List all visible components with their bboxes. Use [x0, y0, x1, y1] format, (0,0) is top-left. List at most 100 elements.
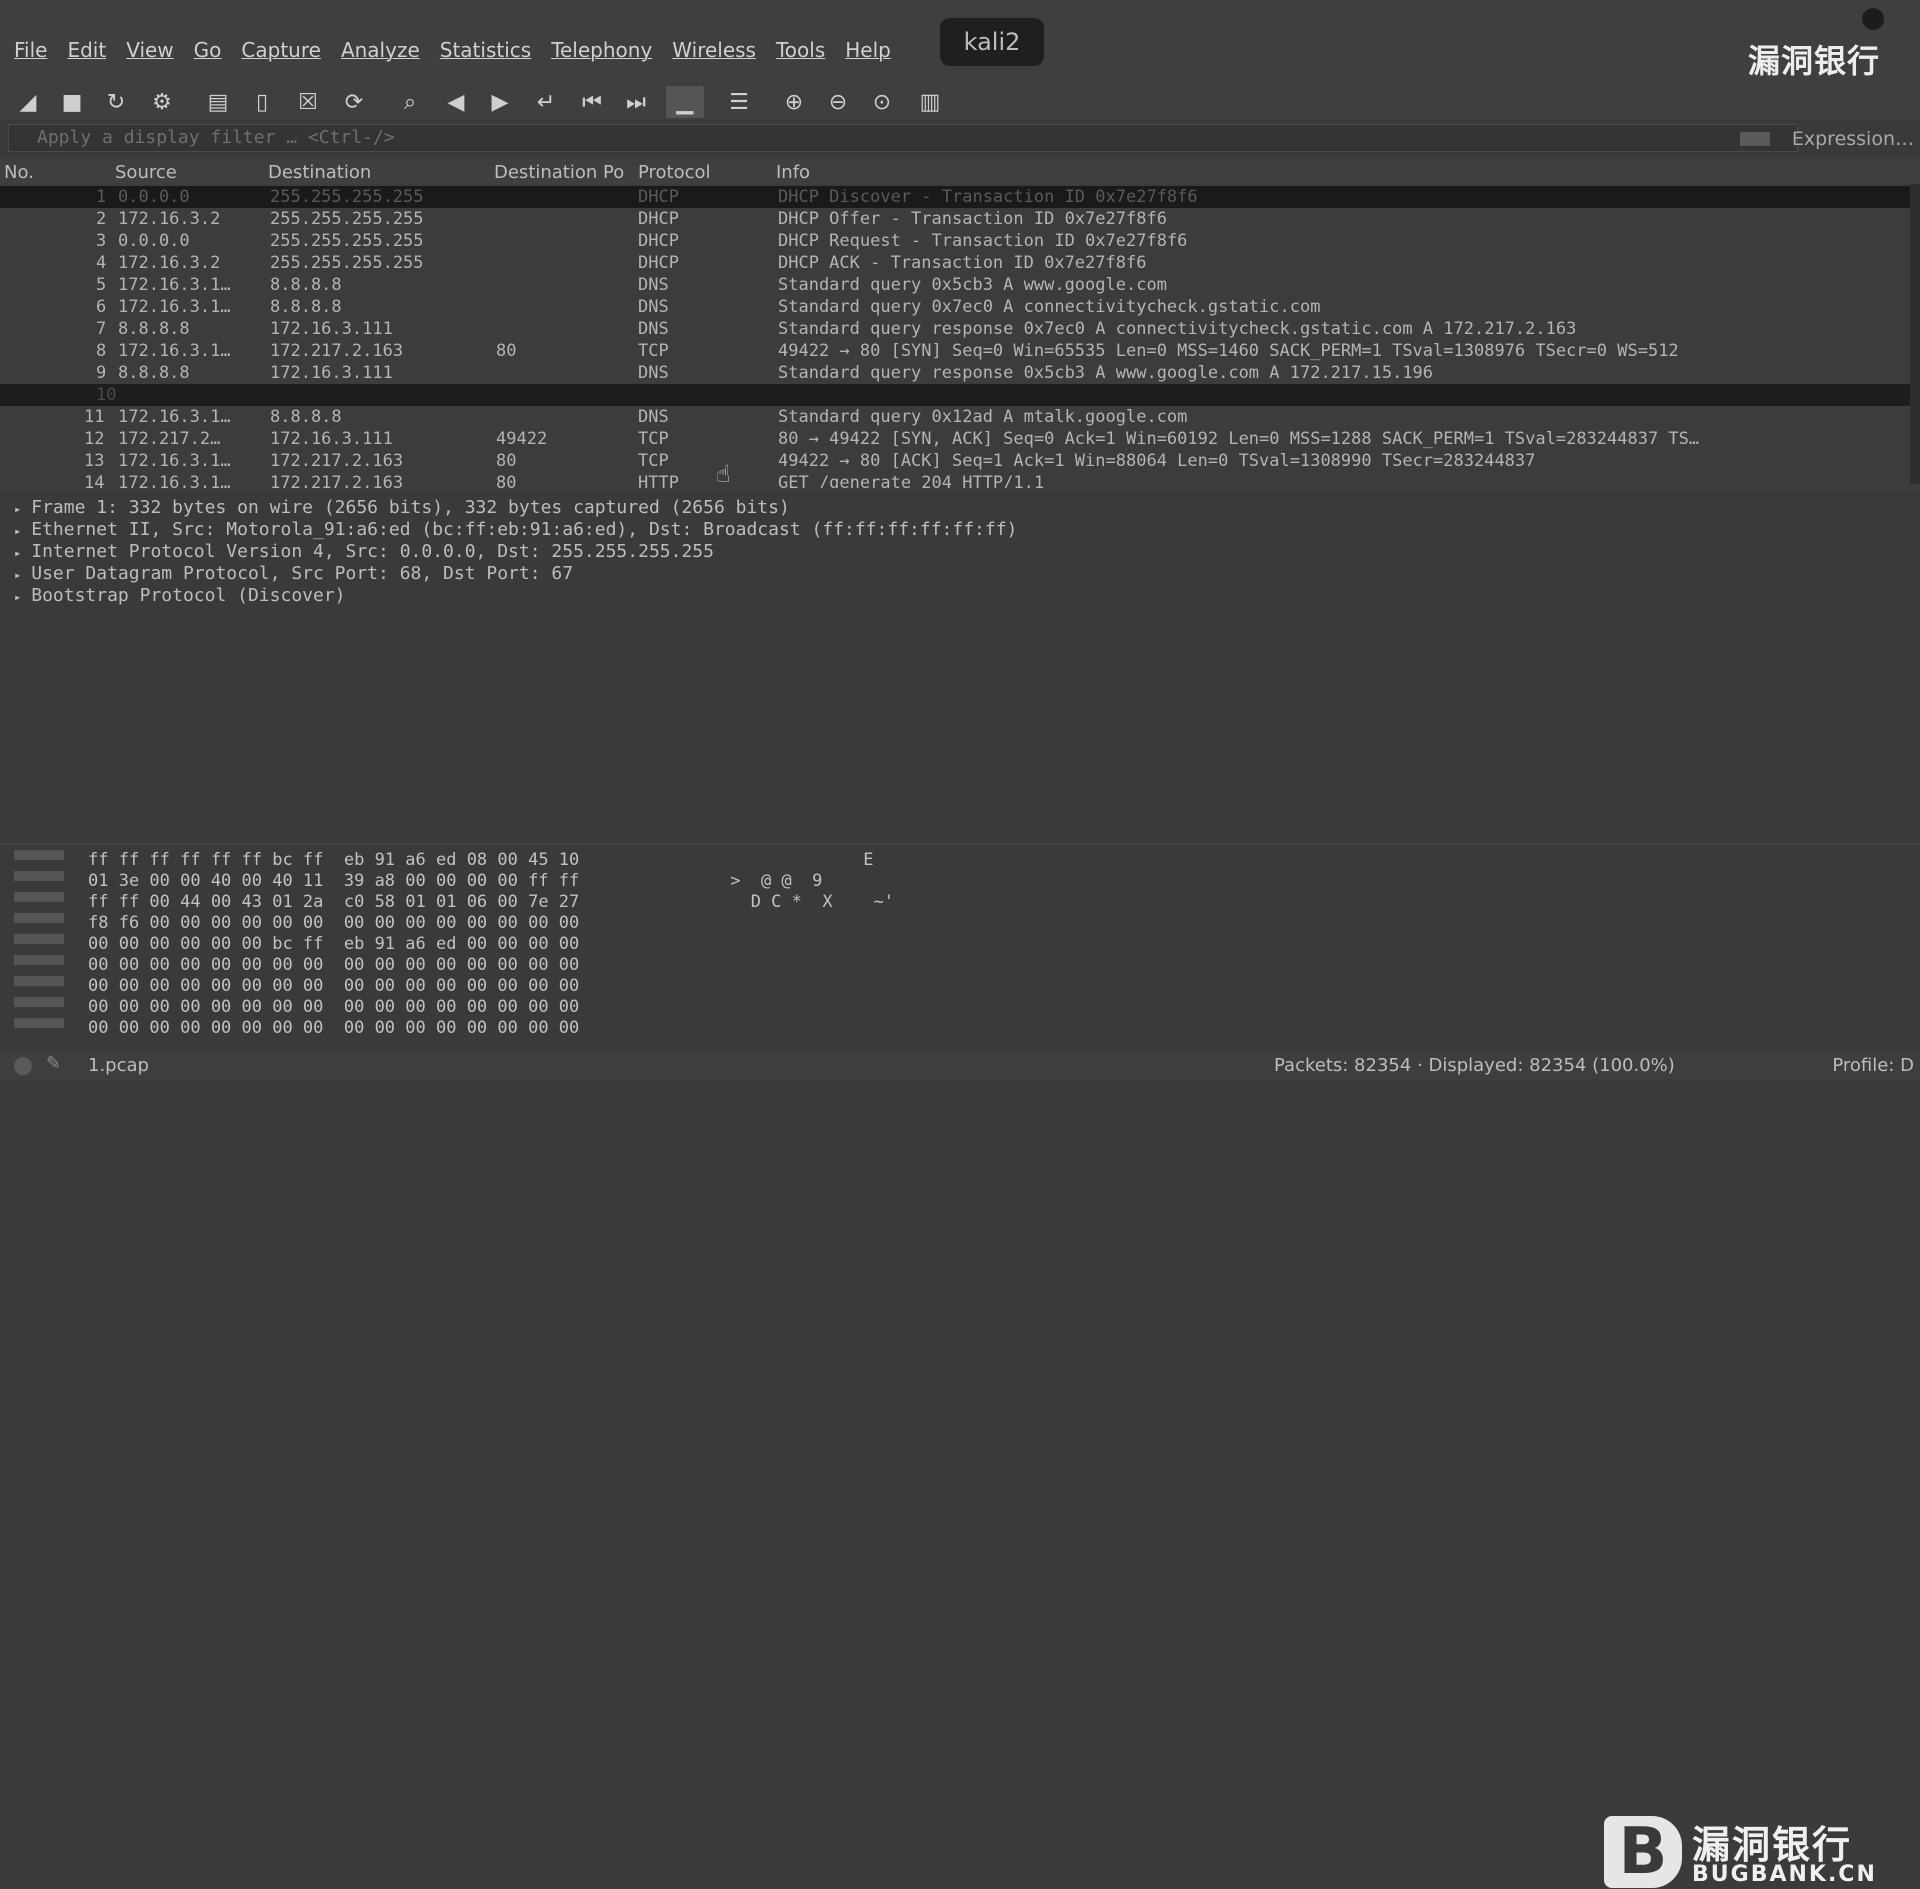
autoscroll-icon[interactable]: ▁	[666, 86, 704, 118]
cell-source: 172.217.2…	[118, 429, 221, 449]
zoom-in-icon[interactable]: ⊕	[778, 86, 810, 118]
menu-telephony[interactable]: Telephony	[551, 38, 652, 62]
window-title-badge: kali2	[940, 18, 1044, 66]
bytes-hex[interactable]: 00 00 00 00 00 00 00 00 00 00 00 00 00 0…	[88, 1018, 579, 1038]
table-row[interactable]: 7 8.8.8.8 172.16.3.111 DNS Standard quer…	[0, 318, 1910, 340]
expand-arrow-icon[interactable]: ▸	[14, 568, 21, 582]
table-row[interactable]: 14 172.16.3.1… 172.217.2.163 80 HTTP GET…	[0, 472, 1910, 488]
menu-view[interactable]: View	[126, 38, 173, 62]
colorize-icon[interactable]: ☰	[720, 86, 758, 118]
restart-capture-icon[interactable]: ↻	[100, 86, 132, 118]
go-forward-icon[interactable]: ▶	[484, 86, 516, 118]
menu-capture[interactable]: Capture	[241, 38, 321, 62]
detail-text: Bootstrap Protocol (Discover)	[31, 585, 346, 606]
detail-row-udp[interactable]: ▸ User Datagram Protocol, Src Port: 68, D…	[14, 563, 573, 584]
cell-destination: 172.217.2.163	[270, 451, 404, 471]
table-row[interactable]: 6 172.16.3.1… 8.8.8.8 DNS Standard query…	[0, 296, 1910, 318]
detail-row-frame[interactable]: ▸ Frame 1: 332 bytes on wire (2656 bits),…	[14, 497, 790, 518]
go-to-packet-icon[interactable]: ↵	[530, 86, 562, 118]
save-file-icon[interactable]: ▯	[246, 86, 278, 118]
status-profile[interactable]: Profile: D	[1832, 1055, 1914, 1076]
cell-source: 8.8.8.8	[118, 319, 190, 339]
bytes-ascii[interactable]: D C * X ~'	[720, 892, 894, 912]
stop-capture-icon[interactable]: ■	[56, 86, 88, 118]
table-row[interactable]: 10	[0, 384, 1910, 406]
menu-analyze[interactable]: Analyze	[341, 38, 420, 62]
cell-source: 0.0.0.0	[118, 231, 190, 251]
filter-apply-icon[interactable]	[1740, 132, 1770, 146]
expand-arrow-icon[interactable]: ▸	[14, 524, 21, 538]
column-no[interactable]: No.	[4, 162, 34, 183]
menu-help[interactable]: Help	[845, 38, 891, 62]
detail-row-ipv4[interactable]: ▸ Internet Protocol Version 4, Src: 0.0.0…	[14, 541, 714, 562]
cell-protocol: DNS	[638, 319, 669, 339]
capture-options-icon[interactable]: ⚙	[146, 86, 178, 118]
table-row[interactable]: 3 0.0.0.0 255.255.255.255 DHCP DHCP Requ…	[0, 230, 1910, 252]
table-row[interactable]: 1 0.0.0.0 255.255.255.255 DHCP DHCP Disc…	[0, 186, 1910, 208]
cell-no: 13	[84, 451, 105, 471]
cell-protocol: DNS	[638, 363, 669, 383]
bytes-hex[interactable]: 00 00 00 00 00 00 00 00 00 00 00 00 00 0…	[88, 976, 579, 996]
logo-text-en: BUGBANK.CN	[1692, 1862, 1877, 1887]
table-row[interactable]: 5 172.16.3.1… 8.8.8.8 DNS Standard query…	[0, 274, 1910, 296]
cell-info: Standard query response 0x5cb3 A www.goo…	[778, 363, 1434, 383]
cell-protocol: DHCP	[638, 187, 679, 207]
cell-source: 172.16.3.1…	[118, 473, 231, 488]
find-packet-icon[interactable]: ⌕	[394, 86, 426, 118]
column-info[interactable]: Info	[776, 162, 810, 183]
expression-button[interactable]: Expression…	[1792, 128, 1914, 150]
menu-wireless[interactable]: Wireless	[672, 38, 756, 62]
detail-row-bootp[interactable]: ▸ Bootstrap Protocol (Discover)	[14, 585, 346, 606]
first-packet-icon[interactable]: ⏮	[576, 86, 608, 118]
menu-tools[interactable]: Tools	[776, 38, 825, 62]
column-source[interactable]: Source	[115, 162, 177, 183]
cell-info: DHCP ACK - Transaction ID 0x7e27f8f6	[778, 253, 1147, 273]
bytes-hex[interactable]: 00 00 00 00 00 00 00 00 00 00 00 00 00 0…	[88, 997, 579, 1017]
table-row[interactable]: 13 172.16.3.1… 172.217.2.163 80 TCP 4942…	[0, 450, 1910, 472]
table-row[interactable]: 8 172.16.3.1… 172.217.2.163 80 TCP 49422…	[0, 340, 1910, 362]
bytes-ascii[interactable]: E	[720, 850, 873, 870]
bytes-hex[interactable]: 00 00 00 00 00 00 00 00 00 00 00 00 00 0…	[88, 955, 579, 975]
expand-arrow-icon[interactable]: ▸	[14, 546, 21, 560]
zoom-out-icon[interactable]: ⊖	[822, 86, 854, 118]
table-row[interactable]: 2 172.16.3.2 255.255.255.255 DHCP DHCP O…	[0, 208, 1910, 230]
open-file-icon[interactable]: ▤	[202, 86, 234, 118]
menu-statistics[interactable]: Statistics	[440, 38, 531, 62]
reload-file-icon[interactable]: ⟳	[338, 86, 370, 118]
detail-row-ethernet[interactable]: ▸ Ethernet II, Src: Motorola_91:a6:ed (bc…	[14, 519, 1017, 540]
resize-columns-icon[interactable]: ▥	[914, 86, 946, 118]
packet-list-scrollbar[interactable]	[1910, 184, 1920, 484]
menu-go[interactable]: Go	[194, 38, 222, 62]
status-file: 1.pcap	[88, 1055, 149, 1076]
start-capture-icon[interactable]: ◢	[12, 86, 44, 118]
cell-no: 5	[96, 275, 107, 295]
column-protocol[interactable]: Protocol	[638, 162, 711, 183]
menu-file[interactable]: File	[14, 38, 47, 62]
bytes-ascii[interactable]: > @ @ 9	[720, 871, 822, 891]
window-control-icon[interactable]	[1862, 8, 1884, 30]
capture-comment-icon[interactable]: ✎	[46, 1053, 61, 1074]
bytes-hex[interactable]: ff ff 00 44 00 43 01 2a c0 58 01 01 06 0…	[88, 892, 579, 912]
go-back-icon[interactable]: ◀	[440, 86, 472, 118]
bytes-hex[interactable]: 01 3e 00 00 40 00 40 11 39 a8 00 00 00 0…	[88, 871, 579, 891]
bytes-hex[interactable]: f8 f6 00 00 00 00 00 00 00 00 00 00 00 0…	[88, 913, 579, 933]
column-destination-port[interactable]: Destination Po	[494, 162, 634, 183]
expert-info-icon[interactable]	[14, 1057, 32, 1075]
bytes-hex[interactable]: ff ff ff ff ff ff bc ff eb 91 a6 ed 08 0…	[88, 850, 579, 870]
table-row[interactable]: 12 172.217.2… 172.16.3.111 49422 TCP 80 …	[0, 428, 1910, 450]
column-destination[interactable]: Destination	[268, 162, 371, 183]
table-row[interactable]: 4 172.16.3.2 255.255.255.255 DHCP DHCP A…	[0, 252, 1910, 274]
table-row[interactable]: 9 8.8.8.8 172.16.3.111 DNS Standard quer…	[0, 362, 1910, 384]
display-filter-input[interactable]: Apply a display filter … <Ctrl-/>	[8, 124, 1798, 152]
bytes-hex[interactable]: 00 00 00 00 00 00 bc ff eb 91 a6 ed 00 0…	[88, 934, 579, 954]
cell-info: 80 → 49422 [SYN, ACK] Seq=0 Ack=1 Win=60…	[778, 429, 1700, 449]
table-row[interactable]: 11 172.16.3.1… 8.8.8.8 DNS Standard quer…	[0, 406, 1910, 428]
cell-destination: 172.16.3.111	[270, 319, 393, 339]
last-packet-icon[interactable]: ⏭	[620, 86, 652, 118]
expand-arrow-icon[interactable]: ▸	[14, 590, 21, 604]
normal-size-icon[interactable]: ⊙	[866, 86, 898, 118]
menu-edit[interactable]: Edit	[67, 38, 106, 62]
cell-no: 2	[96, 209, 107, 229]
expand-arrow-icon[interactable]: ▸	[14, 502, 21, 516]
close-file-icon[interactable]: ☒	[292, 86, 324, 118]
